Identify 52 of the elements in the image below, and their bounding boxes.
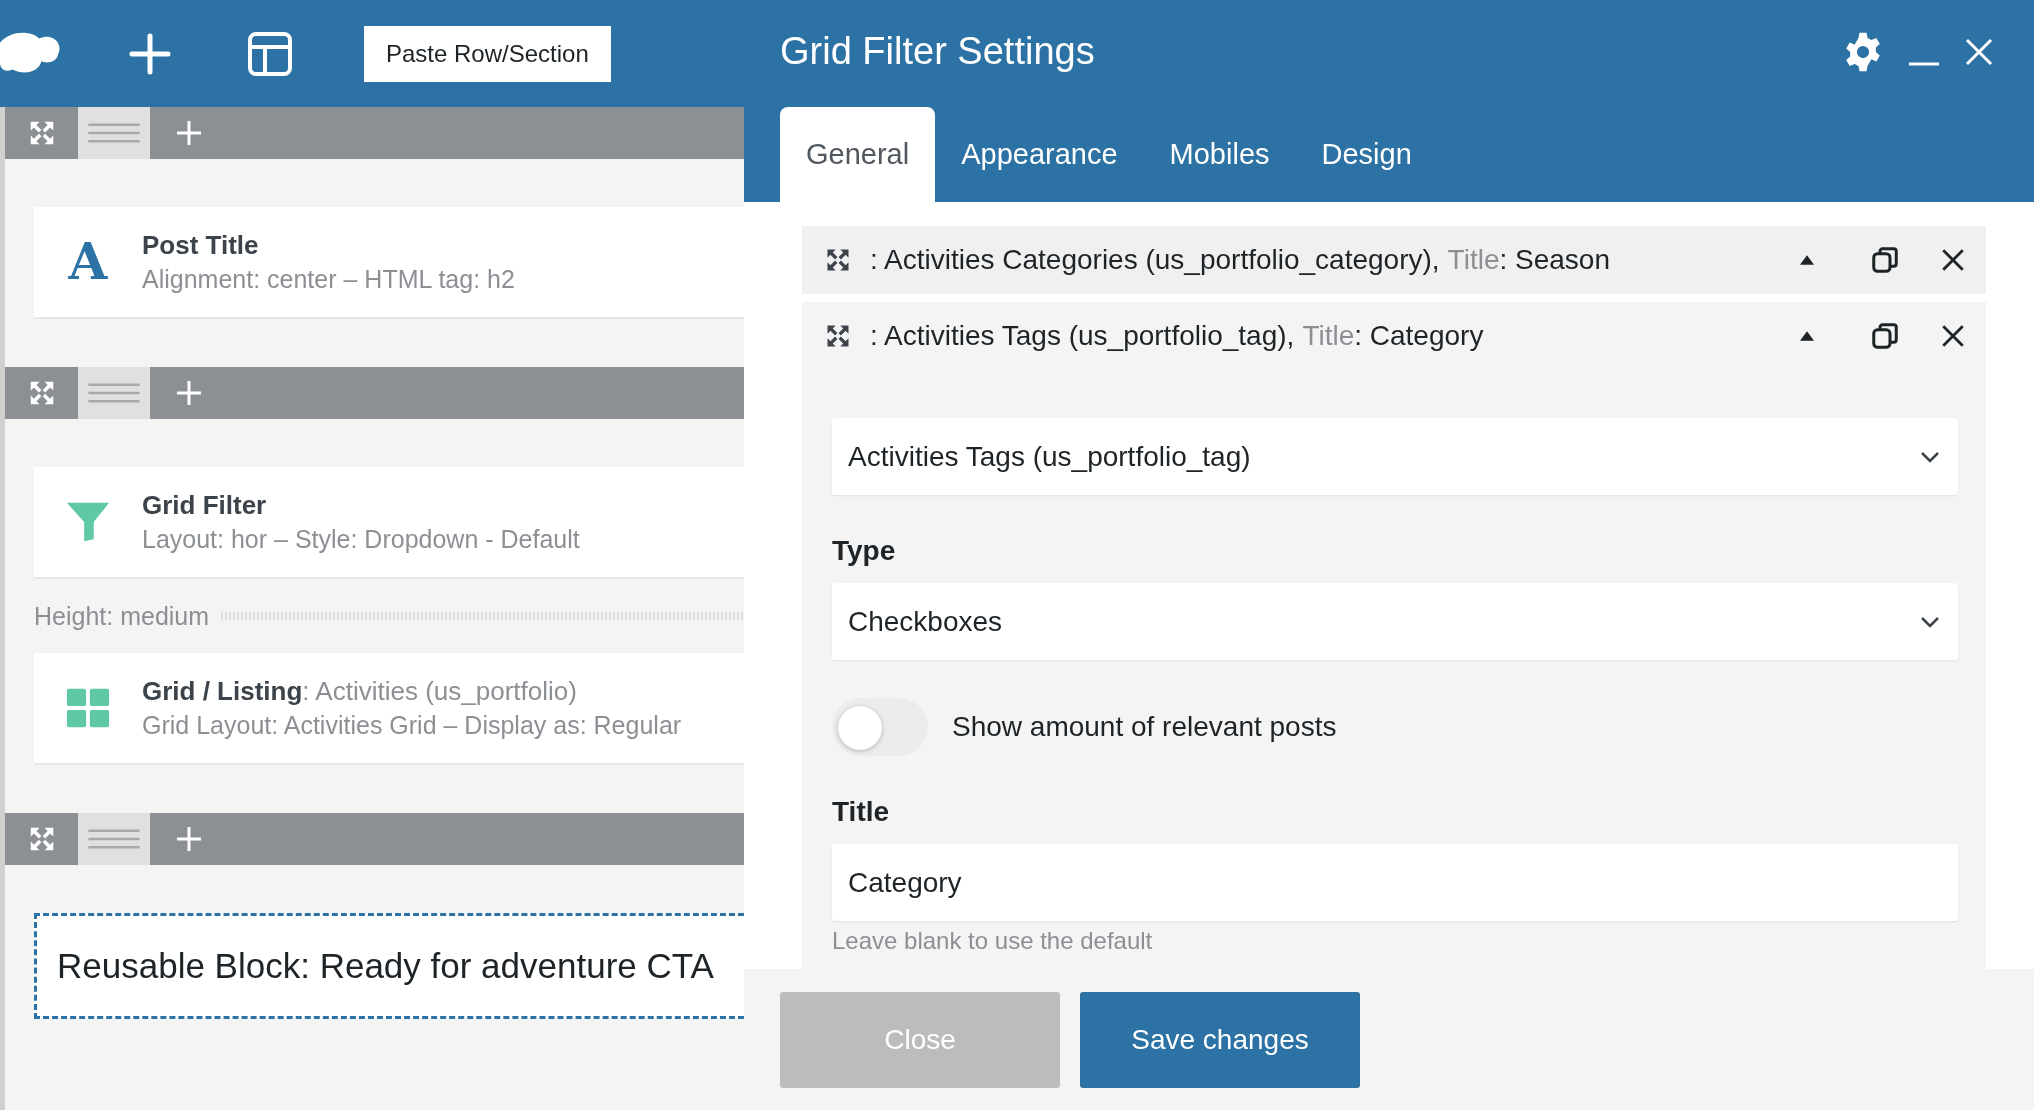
paste-button[interactable]: Paste Row/Section (364, 25, 611, 82)
plus-icon[interactable] (174, 824, 204, 854)
spacer-label: Height: medium (34, 601, 210, 631)
title-value: : Season (1499, 244, 1610, 276)
chevron-down-icon (1920, 615, 1940, 628)
tab[interactable]: Design (1295, 107, 1438, 202)
plus-icon[interactable] (174, 378, 204, 408)
source-select[interactable]: Activities Tags (us_portfolio_tag) (832, 418, 1958, 495)
title-label: Title (832, 796, 891, 828)
reusable-block[interactable]: Reusable Block: Ready for adventure CTA (34, 913, 744, 1019)
duplicate-icon[interactable] (1870, 321, 1900, 351)
drag-handle[interactable] (78, 107, 150, 159)
close-icon[interactable] (1964, 36, 1994, 67)
filter-source: : Activities Tags (us_portfolio_tag), (870, 320, 1295, 352)
title-key: Title (1302, 320, 1355, 352)
layout-icon[interactable] (246, 29, 294, 78)
drag-lines-icon (85, 382, 143, 404)
title-key: Title (1447, 244, 1500, 276)
element-title: Grid Filter (142, 490, 267, 521)
caret-up-icon[interactable] (1800, 255, 1814, 265)
title-input[interactable]: Category (832, 844, 1958, 921)
element-title: Post Title (142, 230, 259, 261)
title-value: : Category (1354, 320, 1484, 352)
drag-lines-icon (85, 122, 143, 144)
element-card[interactable]: A Post Title Alignment: center – HTML tag: h2 (34, 207, 744, 319)
element-card[interactable]: Grid Filter Layout: hor – Style: Dropdown - Default (34, 467, 744, 579)
drag-handle[interactable] (78, 367, 150, 419)
chevron-down-icon (1920, 450, 1940, 463)
drag-handle[interactable] (78, 813, 150, 865)
tab[interactable]: Mobiles (1143, 107, 1296, 202)
delete-icon[interactable] (1940, 247, 1966, 273)
element-description: Grid Layout: Activities Grid – Display as: Regular (142, 711, 682, 740)
drag-lines-icon (85, 828, 143, 850)
type-select[interactable]: Checkboxes (832, 583, 1958, 660)
element-title: Grid / Listing (142, 676, 303, 707)
save-button[interactable]: Save changes (1080, 991, 1360, 1088)
plus-icon[interactable] (174, 118, 204, 148)
dialog-title: Grid Filter Settings (780, 30, 1096, 73)
duplicate-icon[interactable] (1870, 245, 1900, 275)
tab[interactable]: General (780, 107, 936, 202)
field-hint: Leave blank to use the default (832, 927, 1154, 955)
toggle-label: Show amount of relevant posts (952, 711, 1337, 743)
filter-source: : Activities Categories (us_portfolio_category), (870, 244, 1440, 276)
type-label: Type (832, 535, 897, 567)
element-description: Alignment: center – HTML tag: h2 (142, 265, 515, 294)
element-source: : Activities (us_portfolio) (302, 676, 577, 707)
caret-up-icon[interactable] (1800, 331, 1814, 341)
element-card[interactable]: Grid / Listing: Activities (us_portfolio) Grid Layout: Activities Grid – Display as: Regular (34, 653, 744, 765)
letter-icon: A (68, 237, 108, 287)
element-description: Layout: hor – Style: Dropdown - Default (142, 525, 580, 554)
tab[interactable]: Appearance (935, 107, 1144, 202)
delete-icon[interactable] (1940, 323, 1966, 349)
